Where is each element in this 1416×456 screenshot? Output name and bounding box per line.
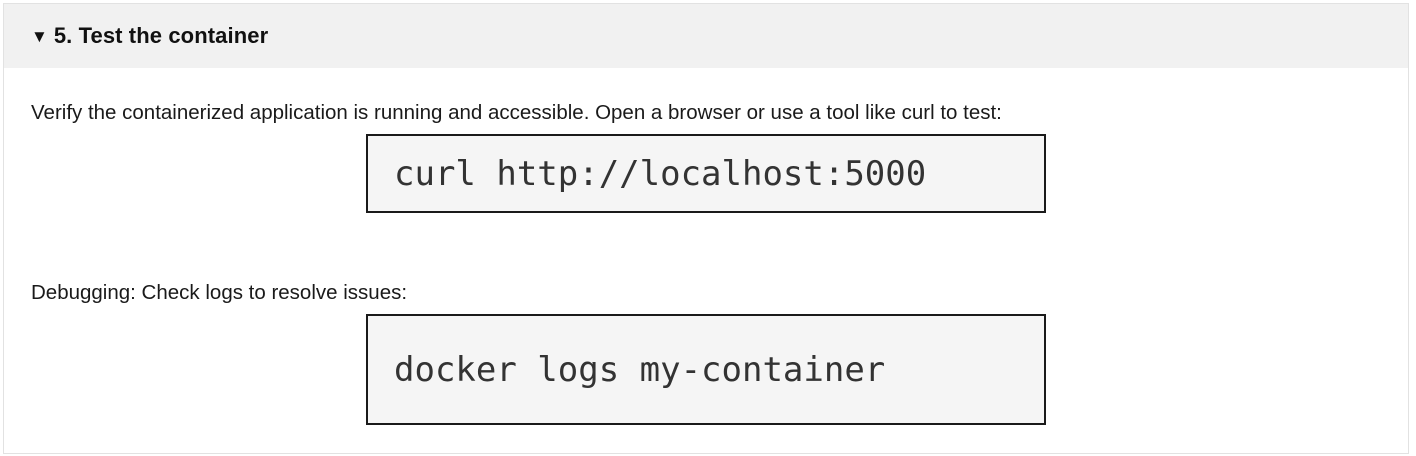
collapsible-section: ▼ 5. Test the container Verify the conta… <box>3 3 1409 454</box>
section-header-toggle[interactable]: ▼ 5. Test the container <box>4 4 1408 68</box>
code-text-curl: curl http://localhost:5000 <box>394 153 927 194</box>
expand-triangle-icon: ▼ <box>31 26 48 46</box>
section-title: 5. Test the container <box>53 23 269 48</box>
intro-paragraph: Verify the containerized application is … <box>31 101 1002 124</box>
code-block-curl: curl http://localhost:5000 <box>366 134 1046 213</box>
code-block-logs: docker logs my-container <box>366 314 1046 425</box>
debug-paragraph: Debugging: Check logs to resolve issues: <box>31 281 408 304</box>
code-text-logs: docker logs my-container <box>394 349 886 390</box>
